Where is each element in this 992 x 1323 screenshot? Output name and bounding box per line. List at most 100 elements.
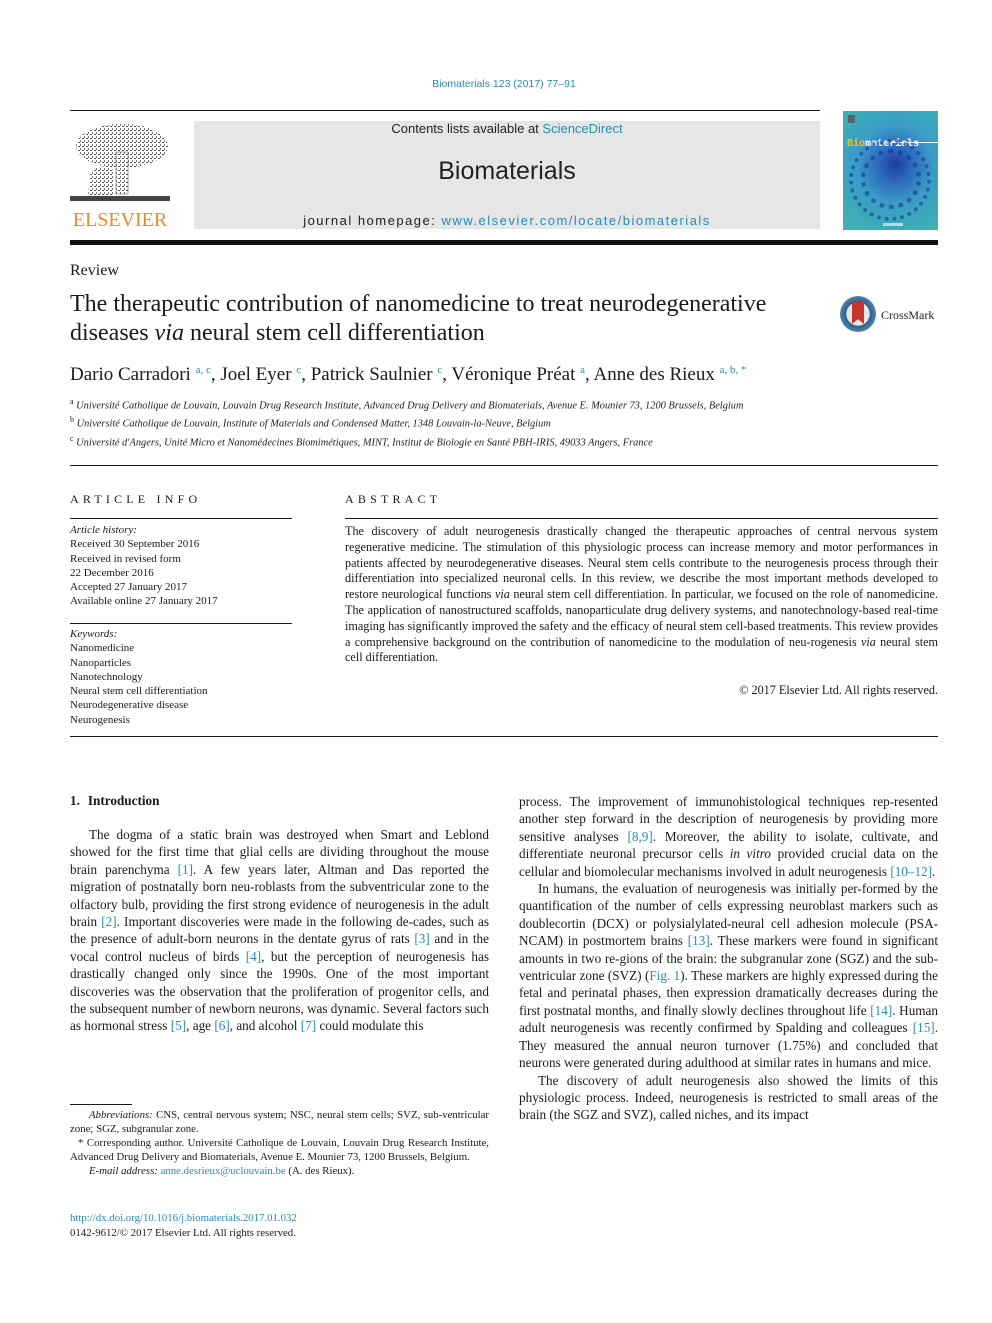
footnote-rule: [70, 1104, 132, 1105]
journal-banner: Contents lists available at ScienceDirec…: [194, 121, 820, 229]
history-label: Article history:: [70, 524, 137, 536]
affiliation: c Université d'Angers, Unité Micro et Na…: [70, 432, 830, 450]
elsevier-wordmark: ELSEVIER: [72, 209, 168, 231]
history-item: Available online 27 January 2017: [70, 595, 218, 608]
abstract-italic: via: [494, 587, 510, 602]
author[interactable]: Dario Carradori a, c,: [70, 364, 220, 385]
citation-link[interactable]: [5]: [171, 1018, 186, 1033]
doi-block: http://dx.doi.org/10.1016/j.biomaterials…: [70, 1211, 297, 1241]
body-paragraph: The dogma of a static brain was destroye…: [70, 826, 489, 1035]
contents-prefix: Contents lists available at: [391, 121, 543, 136]
history-item: Accepted 27 January 2017: [70, 581, 187, 594]
footnote-corresponding: * Corresponding author. Université Catho…: [70, 1137, 489, 1163]
footnote-email: E-mail address: anne.desrieux@uclouvain.…: [70, 1164, 489, 1178]
author-name[interactable]: Dario Carradori: [70, 364, 191, 385]
abstract-copyright: © 2017 Elsevier Ltd. All rights reserved…: [739, 683, 938, 697]
citation-link[interactable]: [3]: [414, 931, 429, 946]
footnote-abbreviations: Abbreviations: CNS, central nervous syst…: [70, 1108, 489, 1136]
journal-cover-thumbnail[interactable]: Biomaterials: [843, 111, 938, 230]
body-text: could modulate this: [316, 1018, 424, 1034]
abstract-italic: via: [860, 634, 876, 649]
citation-link[interactable]: [7]: [301, 1018, 316, 1033]
author-affiliation-link[interactable]: a, c: [196, 364, 211, 376]
abstract-bottom-rule: [70, 736, 938, 737]
citation-link[interactable]: [2]: [101, 914, 116, 929]
author-separator: ,: [301, 364, 311, 385]
doi-link[interactable]: http://dx.doi.org/10.1016/j.biomaterials…: [70, 1212, 297, 1224]
author-name[interactable]: Anne des Rieux: [593, 364, 714, 385]
elsevier-logo[interactable]: ELSEVIER: [68, 118, 172, 232]
author-list: Dario Carradori a, c, Joel Eyer c, Patri…: [70, 364, 747, 386]
abbreviations-label: Abbreviations:: [89, 1109, 153, 1121]
journal-reference-link[interactable]: Biomaterials 123 (2017) 77–91: [0, 78, 992, 90]
email-suffix: (A. des Rieux).: [285, 1165, 355, 1177]
section-heading-introduction: 1. Introduction: [70, 793, 159, 809]
issn-copyright: 0142-9612/© 2017 Elsevier Ltd. All right…: [70, 1227, 296, 1239]
title-text: neural stem cell differentiation: [183, 320, 485, 346]
elsevier-tree-icon: [70, 124, 170, 201]
body-text: .: [932, 863, 936, 879]
author-name[interactable]: Patrick Saulnier: [311, 364, 433, 385]
body-column-right: process. The improvement of immunohistol…: [519, 793, 938, 1124]
body-paragraph: process. The improvement of immunohistol…: [519, 793, 938, 880]
keywords-label: Keywords:: [70, 628, 118, 640]
title-italic: via: [154, 320, 184, 346]
citation-link[interactable]: [6]: [214, 1018, 229, 1033]
article-type: Review: [70, 262, 119, 279]
homepage-prefix: journal homepage:: [303, 213, 442, 228]
citation-link[interactable]: [4]: [246, 949, 261, 964]
keywords-rule: [70, 623, 292, 624]
history-item: 22 December 2016: [70, 566, 154, 579]
keyword: Nanoparticles: [70, 656, 132, 669]
citation-link[interactable]: [13]: [688, 933, 710, 948]
author[interactable]: Patrick Saulnier c,: [311, 364, 452, 385]
citation-link[interactable]: [14]: [870, 1003, 892, 1018]
citation-link[interactable]: [15]: [913, 1020, 935, 1035]
figure-link[interactable]: Fig. 1: [649, 968, 680, 983]
email-link[interactable]: anne.desrieux@uclouvain.be: [161, 1165, 286, 1177]
cover-publisher-mark: [883, 223, 903, 226]
abstract-text: The discovery of adult neurogenesis dras…: [345, 524, 938, 666]
citation-link[interactable]: [1]: [178, 862, 193, 877]
section-title: Introduction: [87, 793, 160, 808]
article-info-heading: ARTICLE INFO: [70, 492, 202, 506]
cover-title-highlight: Bio: [847, 138, 866, 149]
affiliation-text: Université Catholique de Louvain, Louvai…: [76, 400, 744, 412]
body-text: The discovery of adult neurogenesis also…: [519, 1072, 938, 1123]
keyword: Nanomedicine: [70, 642, 135, 655]
cover-logo-icon: [848, 115, 855, 123]
author-name[interactable]: Joel Eyer: [220, 364, 291, 385]
keyword: Neurogenesis: [70, 713, 130, 726]
keyword: Nanotechnology: [70, 670, 143, 683]
author[interactable]: Véronique Préat a,: [451, 364, 593, 385]
citation-link[interactable]: [8,9]: [627, 829, 652, 844]
body-paragraph: The discovery of adult neurogenesis also…: [519, 1072, 938, 1124]
author[interactable]: Anne des Rieux a, b, *: [593, 364, 746, 385]
sciencedirect-link[interactable]: ScienceDirect: [542, 121, 622, 136]
affiliation-key: a: [70, 397, 74, 406]
body-italic: in vitro: [729, 846, 771, 862]
body-column-left: The dogma of a static brain was destroye…: [70, 826, 489, 1035]
article-title: The therapeutic contribution of nanomedi…: [70, 290, 810, 348]
homepage-link[interactable]: www.elsevier.com/locate/biomaterials: [442, 213, 711, 228]
article-info-rule: [70, 518, 292, 519]
crossmark-label: CrossMark: [881, 308, 935, 322]
affiliation-key: c: [70, 433, 74, 443]
author[interactable]: Joel Eyer c,: [220, 364, 310, 385]
author-affiliation-link[interactable]: a, b, *: [720, 364, 747, 376]
section-divider: [70, 465, 938, 466]
affiliation: b Université Catholique de Louvain, Inst…: [70, 413, 830, 431]
abstract-heading: ABSTRACT: [345, 492, 442, 506]
citation-link[interactable]: [10–12]: [890, 864, 932, 879]
affiliation-text: Université Catholique de Louvain, Instit…: [76, 418, 551, 430]
keywords: Keywords: Nanomedicine Nanoparticles Nan…: [70, 627, 300, 727]
cover-pattern-ring: [849, 139, 931, 221]
keyword: Neurodegenerative disease: [70, 699, 189, 712]
history-item: Received 30 September 2016: [70, 538, 200, 551]
author-separator: ,: [210, 364, 221, 385]
author-name[interactable]: Véronique Préat: [451, 364, 575, 385]
footnotes: Abbreviations: CNS, central nervous syst…: [70, 1108, 489, 1178]
body-text: , and alcohol: [229, 1018, 301, 1034]
crossmark-button[interactable]: CrossMark: [840, 296, 940, 336]
affiliation-text: Université d'Angers, Unité Micro et Nano…: [76, 437, 653, 449]
